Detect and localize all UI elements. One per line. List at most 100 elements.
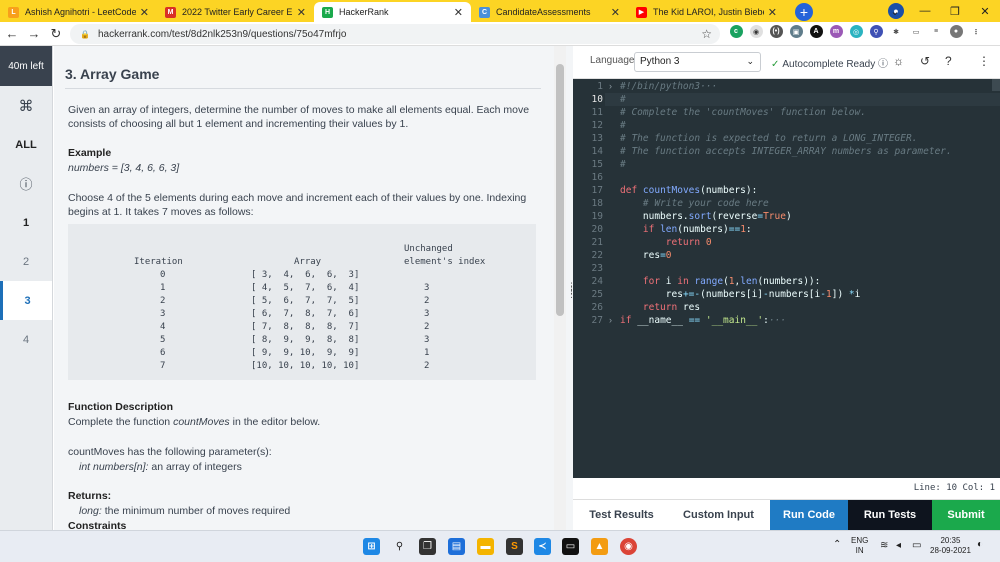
tab-close-icon[interactable]: ✕ xyxy=(297,6,306,19)
avatar[interactable]: ● xyxy=(949,25,963,38)
tab-close-icon[interactable]: ✕ xyxy=(140,6,149,19)
info-icon: ⓘ xyxy=(878,59,889,70)
code-editor[interactable]: 1 › #!/bin/python3··· 10 #11 # Complete the '… xyxy=(573,79,1000,478)
theme-icon[interactable]: ☼ xyxy=(893,54,904,68)
more-icon[interactable]: ⋮ xyxy=(978,54,990,68)
reload-icon[interactable]: ↻ xyxy=(46,26,66,42)
media-icon[interactable]: ▭ xyxy=(909,25,923,38)
editor-status: Line: 10 Col: 1 xyxy=(573,478,1000,499)
fold-chevron-icon[interactable]: › xyxy=(609,315,612,325)
extension-icon[interactable]: m xyxy=(829,25,843,38)
sidebar-item-4[interactable]: 4 xyxy=(0,320,52,359)
extension-icon[interactable]: A xyxy=(809,25,823,38)
editor-scrollbar[interactable] xyxy=(992,79,1000,91)
code-line[interactable]: def countMoves(numbers): xyxy=(620,185,757,196)
browser-tab[interactable]: H HackerRank ✕ xyxy=(314,2,471,22)
code-line[interactable]: return 0 xyxy=(620,237,712,248)
language-indicator[interactable]: ENG IN xyxy=(851,536,868,556)
chrome-icon[interactable]: ◉ xyxy=(620,538,637,555)
extension-icon[interactable]: (•) xyxy=(769,25,783,38)
autocomplete-status[interactable]: ✓ Autocomplete Ready ⓘ xyxy=(771,55,888,70)
fold-chevron-icon[interactable]: › xyxy=(609,81,612,91)
sidebar-item-2[interactable]: 2 xyxy=(0,242,52,281)
sidebar-item-3[interactable]: 3 xyxy=(0,281,52,320)
code-line[interactable]: if len(numbers)==1: xyxy=(620,224,752,235)
info-icon[interactable]: ⓘ xyxy=(0,164,52,203)
history-icon[interactable]: ↺ xyxy=(920,54,930,68)
restore-icon[interactable]: ❐ xyxy=(940,5,970,18)
pane-resize-handle[interactable]: ⋮ ⋮ ⋮ xyxy=(566,46,576,530)
volume-icon[interactable]: ◂ xyxy=(896,541,901,551)
code-line[interactable]: res+=-(numbers[i]-numbers[i-1]) *i xyxy=(620,289,861,300)
code-line[interactable]: # Complete the 'countMoves' function bel… xyxy=(620,107,866,118)
sublime-text-icon[interactable]: S xyxy=(506,538,523,555)
close-icon[interactable]: ✕ xyxy=(970,5,1000,18)
test-results-tab[interactable]: Test Results xyxy=(573,500,670,531)
code-line[interactable]: for i in range(1,len(numbers)): xyxy=(620,276,820,287)
notification-icon[interactable]: ◐ xyxy=(977,540,983,550)
code-line[interactable]: # The function is expected to return a L… xyxy=(620,133,917,144)
clock[interactable]: 20:35 28-09-2021 xyxy=(930,536,971,556)
reading-list-icon[interactable]: ≡ xyxy=(929,25,943,38)
browser-tab[interactable]: C CandidateAssessments ✕ xyxy=(471,2,628,22)
code-line[interactable]: # Write your code here xyxy=(620,198,769,209)
code-line[interactable]: return res xyxy=(620,302,700,313)
battery-icon[interactable]: ▭ xyxy=(912,541,921,551)
vscode-icon[interactable]: ≺ xyxy=(534,538,551,555)
code-line[interactable]: # xyxy=(620,94,626,105)
browser-tab[interactable]: M 2022 Twitter Early Career Engine ✕ xyxy=(157,2,314,22)
file-explorer-icon[interactable]: ▬ xyxy=(477,538,494,555)
extension-icon[interactable]: c xyxy=(729,25,743,38)
problem-scrollbar[interactable] xyxy=(554,46,566,530)
code-line[interactable]: res=0 xyxy=(620,250,672,261)
minimize-icon[interactable]: — xyxy=(910,5,940,17)
code-line[interactable]: numbers.sort(reverse=True) xyxy=(620,211,792,222)
help-icon[interactable]: ? xyxy=(945,54,952,68)
code-line[interactable]: if __name__ == '__main__':··· xyxy=(620,315,786,326)
code-line[interactable]: # xyxy=(620,120,626,131)
browser-tab[interactable]: ▶ The Kid LAROI, Justin Bieber - ST ✕ xyxy=(628,2,785,22)
lock-icon: 🔒 xyxy=(80,29,90,39)
puzzle-icon[interactable]: ✱ xyxy=(889,25,903,38)
custom-input-tab[interactable]: Custom Input xyxy=(670,500,767,531)
widgets-icon[interactable]: ▤ xyxy=(448,538,465,555)
chevron-down-icon[interactable]: ⌄ xyxy=(880,5,910,18)
tab-close-icon[interactable]: ✕ xyxy=(611,6,620,19)
sidebar-item-1[interactable]: 1 xyxy=(0,203,52,242)
forward-icon[interactable]: → xyxy=(24,26,44,41)
command-icon[interactable]: ⌘ xyxy=(0,86,52,125)
menu-icon[interactable]: ⋮ xyxy=(969,25,983,38)
vlc-icon[interactable]: ▲ xyxy=(591,538,608,555)
wifi-icon[interactable]: ≋ xyxy=(880,541,888,551)
editor-header: Language Python 3 ⌄ ✓ Autocomplete Ready … xyxy=(573,46,1000,79)
tab-close-icon[interactable]: ✕ xyxy=(454,6,463,19)
language-select[interactable]: Python 3 ⌄ xyxy=(634,52,761,72)
submit-button[interactable]: Submit xyxy=(932,500,1000,531)
tab-close-icon[interactable]: ✕ xyxy=(768,6,777,19)
bookmark-star-icon[interactable]: ☆ xyxy=(701,27,712,41)
iteration-cell: 0 xyxy=(160,270,166,280)
browser-tab[interactable]: L Ashish Agnihotri - LeetCode Profi ✕ xyxy=(0,2,157,22)
windows-start-icon[interactable]: ⊞ xyxy=(363,538,380,555)
run-tests-button[interactable]: Run Tests xyxy=(848,500,932,531)
tab-title: CandidateAssessments xyxy=(496,7,591,17)
scrollbar-thumb[interactable] xyxy=(556,64,564,316)
chevron-up-icon[interactable]: ⌃ xyxy=(833,540,841,550)
code-line[interactable]: # The function accepts INTEGER_ARRAY num… xyxy=(620,146,952,157)
code-line[interactable]: # xyxy=(620,159,626,170)
back-icon[interactable]: ← xyxy=(2,26,22,41)
task-view-icon[interactable]: ❐ xyxy=(419,538,436,555)
search-icon[interactable]: ⚲ xyxy=(391,538,408,555)
extension-icon[interactable]: ◉ xyxy=(749,25,763,38)
url-field[interactable]: 🔒 hackerrank.com/test/8d2nlk253n9/questi… xyxy=(70,24,720,44)
terminal-icon[interactable]: ▭ xyxy=(562,538,579,555)
new-tab-button[interactable]: + xyxy=(795,3,813,21)
chevron-down-icon: ⌄ xyxy=(746,56,754,66)
sidebar-item-all[interactable]: ALL xyxy=(0,125,52,164)
extension-icon[interactable]: ⚲ xyxy=(869,25,883,38)
line-number: 25 xyxy=(591,289,603,300)
extension-icon[interactable]: ◎ xyxy=(849,25,863,38)
code-line[interactable]: #!/bin/python3··· xyxy=(620,81,717,92)
run-code-button[interactable]: Run Code xyxy=(770,500,848,531)
extension-icon[interactable]: ▣ xyxy=(789,25,803,38)
